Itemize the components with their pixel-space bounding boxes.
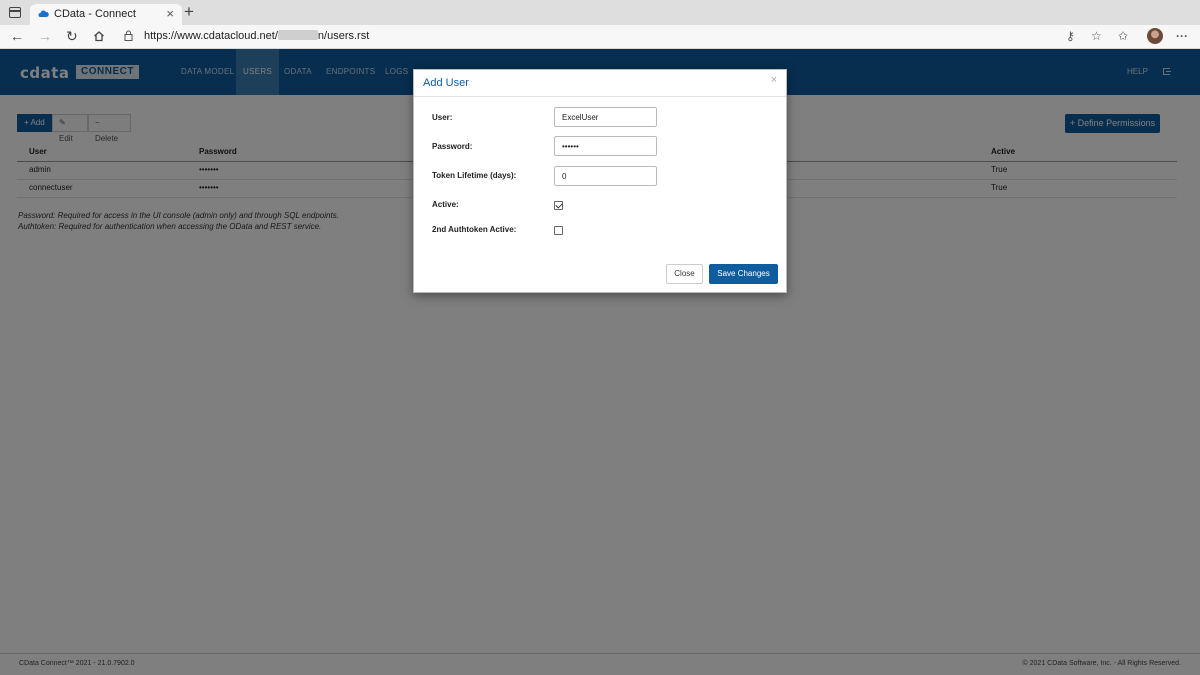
new-tab-icon[interactable]: + <box>184 2 194 22</box>
tab-close-icon[interactable]: × <box>166 6 174 21</box>
second-authtoken-label: 2nd Authtoken Active: <box>432 225 517 234</box>
url-redaction <box>277 30 318 40</box>
password-input[interactable] <box>554 136 657 156</box>
forward-icon[interactable]: → <box>38 28 52 44</box>
close-icon[interactable]: × <box>771 74 777 86</box>
browser-tab[interactable]: CData - Connect × <box>30 4 182 25</box>
refresh-icon[interactable]: ↻ <box>66 28 78 44</box>
user-label: User: <box>432 113 453 122</box>
cloud-icon <box>38 10 49 17</box>
close-button[interactable]: Close <box>666 264 703 284</box>
password-label: Password: <box>432 142 473 151</box>
more-icon[interactable]: ··· <box>1176 29 1188 43</box>
home-icon[interactable] <box>93 30 105 42</box>
active-label: Active: <box>432 200 459 209</box>
dialog-header: Add User × <box>414 70 786 97</box>
profile-avatar[interactable] <box>1147 28 1163 44</box>
add-user-dialog: Add User × User: Password: Token Lifetim… <box>413 69 787 293</box>
token-lifetime-input[interactable] <box>554 166 657 186</box>
save-changes-button[interactable]: Save Changes <box>709 264 778 284</box>
token-lifetime-label: Token Lifetime (days): <box>432 171 517 180</box>
address-bar: ← → ↻ https://www.cdatacloud.net/n/users… <box>0 25 1200 49</box>
browser-tab-bar: CData - Connect × + <box>0 0 1200 25</box>
collections-icon[interactable]: ✩ <box>1118 29 1128 43</box>
dialog-title: Add User <box>423 77 469 89</box>
url-field[interactable]: https://www.cdatacloud.net/n/users.rst <box>118 27 1168 46</box>
back-icon[interactable]: ← <box>10 28 24 44</box>
user-input[interactable] <box>554 107 657 127</box>
url-text: https://www.cdatacloud.net/n/users.rst <box>144 30 370 42</box>
active-checkbox[interactable] <box>554 201 563 210</box>
lock-icon <box>124 30 133 41</box>
key-icon[interactable]: ⚷ <box>1066 29 1075 43</box>
tab-title: CData - Connect <box>54 8 136 20</box>
second-authtoken-checkbox[interactable] <box>554 226 563 235</box>
favorites-add-icon[interactable]: ☆ <box>1091 29 1102 43</box>
window-icon[interactable] <box>9 7 21 18</box>
